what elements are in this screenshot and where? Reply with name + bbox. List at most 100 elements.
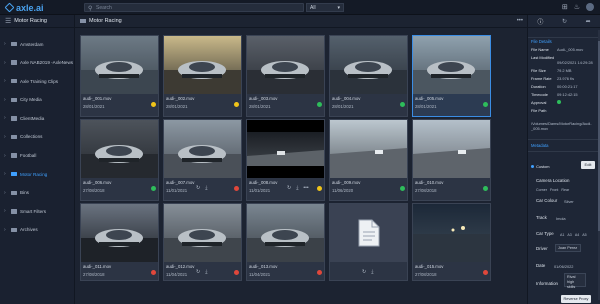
chevron-right-icon[interactable]: › [4,97,8,103]
car-type-options[interactable]: A1 A3 A4 A5 [560,232,590,237]
camera-location-option[interactable]: Corner [536,188,547,192]
media-tile[interactable]: audi-_007.mov 11/01/2021 ↻ ⤓ [163,119,242,201]
media-thumbnail[interactable] [413,204,490,262]
media-tile[interactable]: audi-_009.mov 11/06/2020 [329,119,408,201]
media-thumbnail[interactable] [81,204,158,262]
menu-icon[interactable]: ☰ [5,17,11,25]
sidebar-item[interactable]: › Amsterdam [0,36,74,52]
sidebar-item[interactable]: › City Media [0,92,74,108]
media-thumbnail[interactable] [81,36,158,94]
sidebar-item[interactable]: › Axle NAB2019 -AxleNews [0,55,74,71]
search-box[interactable]: ⚲ [84,3,304,12]
driver-input[interactable]: Joan Perez [555,244,581,252]
media-thumbnail[interactable] [247,120,324,178]
media-tile[interactable]: audi-_008.mov 11/01/2021 ↻ ⤓ ••• [246,119,325,201]
logo-mark-icon [4,2,15,13]
camera-location-options[interactable]: Corner Front Rear [536,187,572,192]
media-tile[interactable]: audi-_015.mov 27/08/2018 [412,203,491,281]
more-options-icon[interactable]: ••• [517,18,523,24]
media-thumbnail[interactable] [164,120,241,178]
car-type-option[interactable]: A3 [567,233,571,237]
status-dot-green [483,186,488,191]
app-logo[interactable]: axle.ai [4,2,44,13]
download-icon[interactable]: ⤓ [205,185,207,191]
media-thumbnail[interactable] [413,120,490,178]
car-type-option[interactable]: A1 [560,233,564,237]
media-tile[interactable]: audi-_004.mov 28/01/2021 [329,35,408,117]
media-tile[interactable]: audi-_012.mov 11/04/2021 ↻ ⤓ [163,203,242,281]
chevron-right-icon[interactable]: › [4,78,8,84]
media-tile[interactable]: audi-_006.mov 27/08/2018 [80,119,159,201]
media-tile[interactable]: audi-_001.mov 28/01/2021 [80,35,159,117]
sidebar-item[interactable]: › Football [0,148,74,164]
sidebar-item[interactable]: › ClientMedia [0,110,74,126]
media-thumbnail[interactable] [247,36,324,94]
detail-row: 09/02/2021 14:29:28 [557,60,593,65]
chevron-right-icon[interactable]: › [4,190,8,196]
chevron-right-icon[interactable]: › [4,41,8,47]
chevron-right-icon[interactable]: › [4,60,8,66]
file-name: audi-_004.mov [332,96,361,101]
file-date: 11/06/2020 [332,188,354,193]
document-icon[interactable] [330,204,407,262]
more-icon[interactable]: ••• [303,185,308,191]
car-type-option[interactable]: A5 [582,233,586,237]
bell-icon[interactable]: ♨ [574,3,580,11]
sidebar-item[interactable]: › Motor Racing [0,166,74,182]
car-type-option[interactable]: A4 [575,233,579,237]
download-icon[interactable]: ⤓ [205,269,207,275]
media-thumbnail[interactable] [164,204,241,262]
sidebar-item[interactable]: › Archives [0,222,74,238]
media-tile[interactable]: audi-_003.mov 28/01/2021 [246,35,325,117]
camera-location-option[interactable]: Rear [561,188,569,192]
media-thumbnail[interactable] [81,120,158,178]
download-icon[interactable]: ⤓ [296,185,298,191]
sync-icon[interactable]: ↻ [196,269,200,275]
detail-row: Duration 00:00:21:17 [531,84,578,89]
search-scope-select[interactable]: All ▾ [306,3,344,12]
sync-icon[interactable]: ↻ [562,18,567,25]
edit-button[interactable]: Edit [581,161,595,169]
chevron-right-icon[interactable]: › [4,134,8,140]
tile-actions: ↻ ⤓ ••• [287,185,309,191]
sidebar-header: ☰ Motor Racing [0,15,74,28]
media-tile[interactable]: audi-_002.mov 28/01/2021 [163,35,242,117]
share-icon[interactable]: ➦ [586,18,591,25]
chevron-right-icon[interactable]: › [4,153,8,159]
information-input[interactable]: Rival high skills [564,273,586,289]
chevron-right-icon[interactable]: › [4,115,8,121]
camera-location-option[interactable]: Front [550,188,558,192]
media-thumbnail[interactable] [164,36,241,94]
media-thumbnail[interactable] [247,204,324,262]
chevron-right-icon[interactable]: › [4,171,8,177]
sync-icon[interactable]: ↻ [362,269,366,275]
sidebar-item[interactable]: › Axle Training Clips [0,73,74,89]
folder-icon [11,60,17,65]
download-icon[interactable]: ⤓ [371,269,373,275]
status-dot-yellow [234,102,239,107]
logo-text: axle.ai [16,2,44,13]
car-colour-value: Silver [564,199,574,204]
sidebar-item[interactable]: › Collections [0,129,74,145]
media-tile[interactable]: audi-_011.mov 27/08/2018 [80,203,159,281]
media-thumbnail[interactable] [330,36,407,94]
media-thumbnail[interactable] [330,120,407,178]
media-tile[interactable]: audi-_013.mov 11/04/2021 [246,203,325,281]
media-tile[interactable]: ↻ ⤓ [329,203,408,281]
user-avatar[interactable] [586,3,594,11]
chevron-right-icon[interactable]: › [4,227,8,233]
custom-option[interactable]: Custom [531,164,550,169]
search-input[interactable] [96,4,296,11]
info-icon[interactable]: ⓘ [537,17,543,26]
media-tile[interactable]: audi-_005.mov 28/01/2021 [412,35,491,117]
media-thumbnail[interactable] [413,36,490,94]
sidebar-item[interactable]: › Bins [0,185,74,201]
sidebar-item[interactable]: › Smart Filters [0,203,74,219]
grid-icon[interactable]: ⊞ [562,3,568,11]
sync-icon[interactable]: ↻ [196,185,200,191]
tile-meta: audi-_007.mov 11/01/2021 ↻ ⤓ [166,179,240,201]
chevron-right-icon[interactable]: › [4,208,8,214]
media-tile[interactable]: audi-_010.mov 27/08/2018 [412,119,491,201]
sync-icon[interactable]: ↻ [287,185,291,191]
tile-actions: ↻ ⤓ [362,269,373,275]
